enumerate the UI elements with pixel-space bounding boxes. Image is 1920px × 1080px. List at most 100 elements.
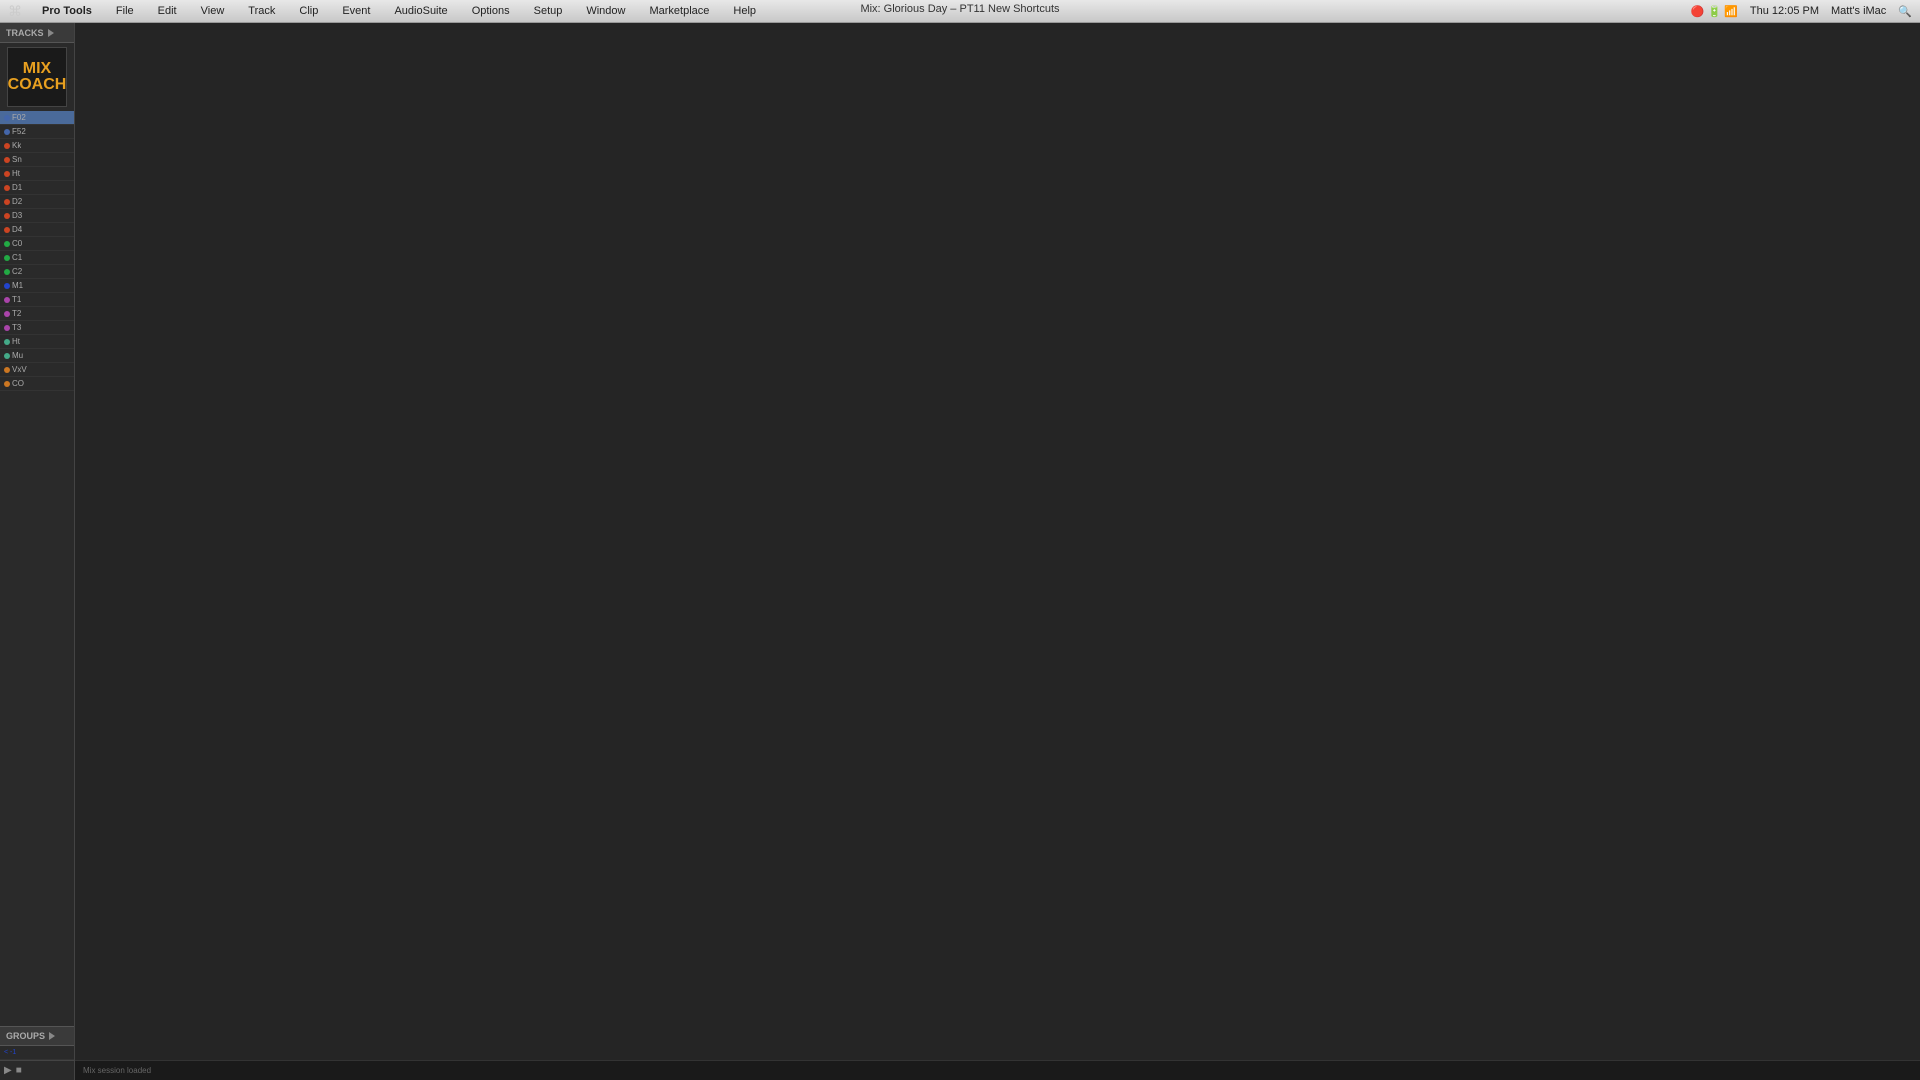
track-color-dot [4, 171, 10, 177]
sidebar-track-d1[interactable]: D1 [0, 181, 74, 195]
status-text: Mix session loaded [83, 1066, 151, 1075]
track-color-dot [4, 115, 10, 121]
track-name-label: Sn [12, 155, 22, 164]
menu-track[interactable]: Track [244, 3, 279, 19]
track-name-label: D3 [12, 211, 22, 220]
play-button[interactable]: ▶ [4, 1065, 12, 1076]
sidebar-track-vxv[interactable]: VxV [0, 363, 74, 377]
sidebar-track-t2[interactable]: T2 [0, 307, 74, 321]
track-color-dot [4, 157, 10, 163]
sidebar: TRACKS MIXCOACH F02 F52 Kk Sn Ht [0, 23, 75, 1080]
sidebar-track-c0[interactable]: C0 [0, 237, 74, 251]
transport-bar: ▶ ■ [0, 1060, 74, 1080]
menu-help[interactable]: Help [729, 3, 760, 19]
track-color-dot [4, 213, 10, 219]
groups-label: GROUPS [6, 1031, 45, 1041]
track-name-label: T2 [12, 309, 21, 318]
groups-header: GROUPS [0, 1026, 74, 1046]
channels-scroll[interactable] [75, 23, 1920, 1060]
mixer: Mix session loaded [75, 23, 1920, 1080]
track-color-dot [4, 283, 10, 289]
menu-audiosuite[interactable]: AudioSuite [390, 3, 451, 19]
menu-view[interactable]: View [197, 3, 229, 19]
track-color-dot [4, 255, 10, 261]
tracks-expand-icon[interactable] [48, 29, 54, 37]
track-name-label: F02 [12, 113, 26, 122]
track-name-label: C0 [12, 239, 22, 248]
window-title: Mix: Glorious Day – PT11 New Shortcuts [860, 3, 1059, 15]
track-name-label: Ht [12, 337, 20, 346]
track-color-dot [4, 143, 10, 149]
track-color-dot [4, 311, 10, 317]
track-name-label: CO [12, 379, 24, 388]
sidebar-track-f52[interactable]: F52 [0, 125, 74, 139]
track-name-label: D4 [12, 225, 22, 234]
sidebar-track-f02[interactable]: F02 [0, 111, 74, 125]
system-icons: 🔴 🔋 📶 [1691, 5, 1738, 18]
menu-right: 🔴 🔋 📶 Thu 12:05 PM Matt's iMac 🔍 [1691, 5, 1912, 18]
menu-event[interactable]: Event [338, 3, 374, 19]
status-bar: Mix session loaded [75, 1060, 1920, 1080]
menu-window[interactable]: Window [582, 3, 629, 19]
track-color-dot [4, 381, 10, 387]
sidebar-track-ht[interactable]: Ht [0, 167, 74, 181]
track-name-label: VxV [12, 365, 27, 374]
track-color-dot [4, 129, 10, 135]
track-name-label: Mu [12, 351, 23, 360]
track-color-dot [4, 269, 10, 275]
tracks-header: TRACKS [0, 23, 74, 43]
clock: Thu 12:05 PM [1750, 5, 1819, 17]
menu-marketplace[interactable]: Marketplace [645, 3, 713, 19]
track-color-dot [4, 241, 10, 247]
track-name-label: C1 [12, 253, 22, 262]
sidebar-track-t1[interactable]: T1 [0, 293, 74, 307]
track-name-label: C2 [12, 267, 22, 276]
menu-edit[interactable]: Edit [154, 3, 181, 19]
search-icon[interactable]: 🔍 [1898, 5, 1912, 18]
sidebar-track-d4[interactable]: D4 [0, 223, 74, 237]
menu-clip[interactable]: Clip [295, 3, 322, 19]
sidebar-track-d2[interactable]: D2 [0, 195, 74, 209]
track-color-dot [4, 339, 10, 345]
main-layout: TRACKS MIXCOACH F02 F52 Kk Sn Ht [0, 23, 1920, 1080]
track-name-label: D2 [12, 197, 22, 206]
stop-button[interactable]: ■ [16, 1065, 22, 1076]
track-name-label: M1 [12, 281, 23, 290]
menu-file[interactable]: File [112, 3, 138, 19]
track-name-label: Ht [12, 169, 20, 178]
track-list: F02 F52 Kk Sn Ht D1 D2 D3 D4 [0, 111, 74, 1026]
logo-container: MIXCOACH [7, 47, 67, 107]
sidebar-track-m1[interactable]: M1 [0, 279, 74, 293]
username: Matt's iMac [1831, 5, 1886, 17]
menu-bar: ⌘ Pro Tools File Edit View Track Clip Ev… [0, 0, 1920, 23]
sidebar-track-mu[interactable]: Mu [0, 349, 74, 363]
track-color-dot [4, 367, 10, 373]
sidebar-track-c2[interactable]: C2 [0, 265, 74, 279]
sidebar-track-ht[interactable]: Ht [0, 335, 74, 349]
track-name-label: D1 [12, 183, 22, 192]
sidebar-track-co[interactable]: CO [0, 377, 74, 391]
sidebar-track-sn[interactable]: Sn [0, 153, 74, 167]
app-name: Pro Tools [38, 3, 96, 19]
track-color-dot [4, 297, 10, 303]
track-color-dot [4, 325, 10, 331]
logo-text: MIXCOACH [8, 61, 67, 93]
group-value: < -1 [4, 1049, 16, 1056]
menu-options[interactable]: Options [468, 3, 514, 19]
tracks-label: TRACKS [6, 28, 44, 38]
track-color-dot [4, 353, 10, 359]
sidebar-track-t3[interactable]: T3 [0, 321, 74, 335]
sidebar-track-c1[interactable]: C1 [0, 251, 74, 265]
track-name-label: T1 [12, 295, 21, 304]
track-color-dot [4, 227, 10, 233]
menu-setup[interactable]: Setup [530, 3, 567, 19]
apple-icon[interactable]: ⌘ [8, 3, 22, 20]
track-name-label: Kk [12, 141, 21, 150]
track-name-label: T3 [12, 323, 21, 332]
sidebar-track-d3[interactable]: D3 [0, 209, 74, 223]
track-color-dot [4, 185, 10, 191]
groups-expand-icon[interactable] [49, 1032, 55, 1040]
sidebar-track-kk[interactable]: Kk [0, 139, 74, 153]
group-item[interactable]: < -1 [0, 1046, 74, 1060]
track-color-dot [4, 199, 10, 205]
